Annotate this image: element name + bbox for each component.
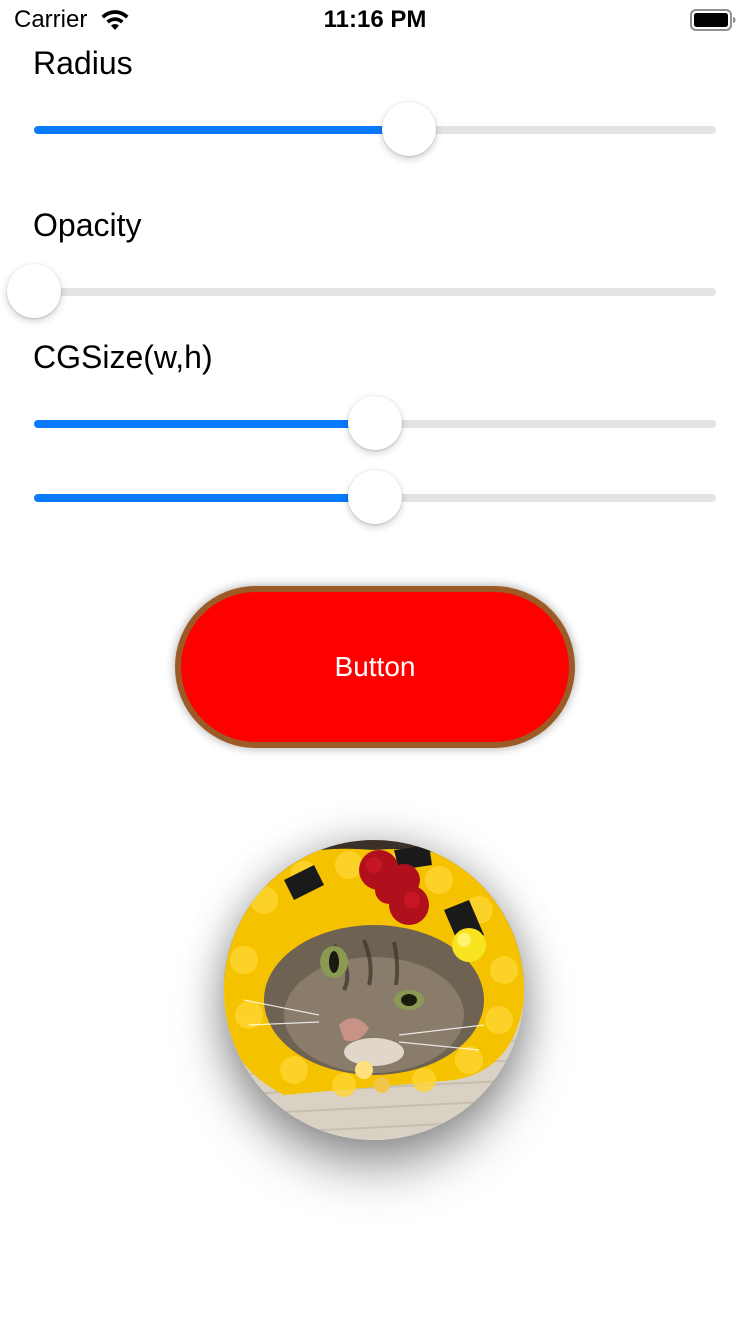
slider-thumb[interactable] — [348, 470, 402, 524]
radius-label: Radius — [33, 45, 133, 81]
slider-fill — [34, 420, 375, 428]
slider-fill — [34, 126, 410, 134]
opacity-label: Opacity — [33, 207, 142, 243]
slider-thumb[interactable] — [7, 264, 61, 318]
slider-fill — [34, 494, 375, 502]
slider-thumb[interactable] — [382, 102, 437, 156]
cat-photo — [224, 840, 524, 1140]
slider-thumb[interactable] — [348, 396, 402, 450]
height-slider[interactable] — [34, 468, 716, 528]
red-button[interactable]: Button — [175, 586, 575, 748]
cgsize-label: CGSize(w,h) — [33, 339, 213, 375]
radius-slider[interactable] — [34, 100, 716, 160]
cat-in-bee-hat-photo — [224, 840, 524, 1140]
width-slider[interactable] — [34, 394, 716, 454]
status-time: 11:16 PM — [323, 6, 427, 33]
button-label: Button — [334, 651, 416, 682]
opacity-slider[interactable] — [7, 262, 716, 322]
battery-icon — [690, 9, 736, 31]
slider-track — [34, 288, 716, 296]
status-bar: Carrier 11:16 PM — [0, 0, 750, 40]
